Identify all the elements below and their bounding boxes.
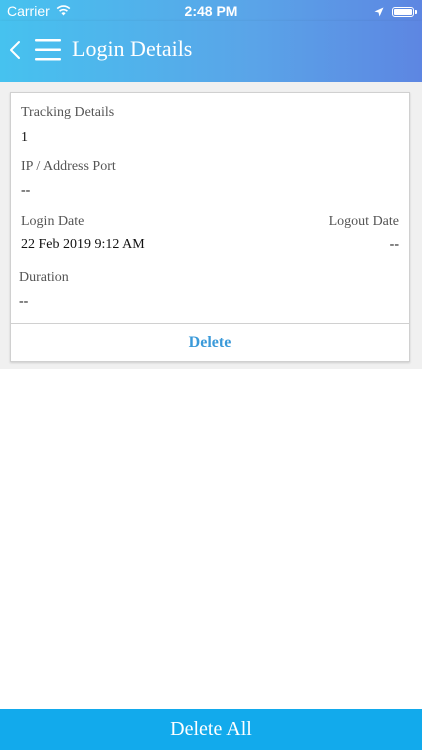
login-date-label: Login Date: [21, 214, 85, 229]
back-button[interactable]: [8, 39, 22, 61]
login-detail-card: Tracking Details 1 IP / Address Port -- …: [10, 92, 410, 362]
logout-date-value: --: [389, 237, 399, 252]
delete-all-button[interactable]: Delete All: [0, 709, 422, 750]
ip-address-port-value: --: [21, 183, 31, 198]
battery-icon: [392, 7, 417, 17]
page-title: Login Details: [72, 36, 193, 61]
nav-bar: Login Details: [0, 21, 422, 82]
tracking-details-label: Tracking Details: [21, 105, 115, 120]
ip-address-port-label: IP / Address Port: [21, 159, 116, 174]
delete-button[interactable]: Delete: [11, 324, 409, 362]
menu-button[interactable]: [34, 37, 62, 63]
tracking-details-value: 1: [21, 130, 28, 145]
login-date-value: 22 Feb 2019 9:12 AM: [21, 237, 145, 252]
content-area: Tracking Details 1 IP / Address Port -- …: [0, 82, 422, 369]
chevron-left-icon: [10, 41, 20, 59]
status-time: 2:48 PM: [184, 3, 238, 19]
location-arrow-icon: [374, 4, 384, 20]
logout-date-label: Logout Date: [328, 214, 399, 229]
hamburger-menu-icon: [35, 39, 61, 61]
duration-value: --: [19, 294, 29, 309]
status-bar: Carrier 2:48 PM: [0, 0, 422, 21]
status-right: [374, 4, 417, 20]
duration-label: Duration: [19, 270, 69, 285]
